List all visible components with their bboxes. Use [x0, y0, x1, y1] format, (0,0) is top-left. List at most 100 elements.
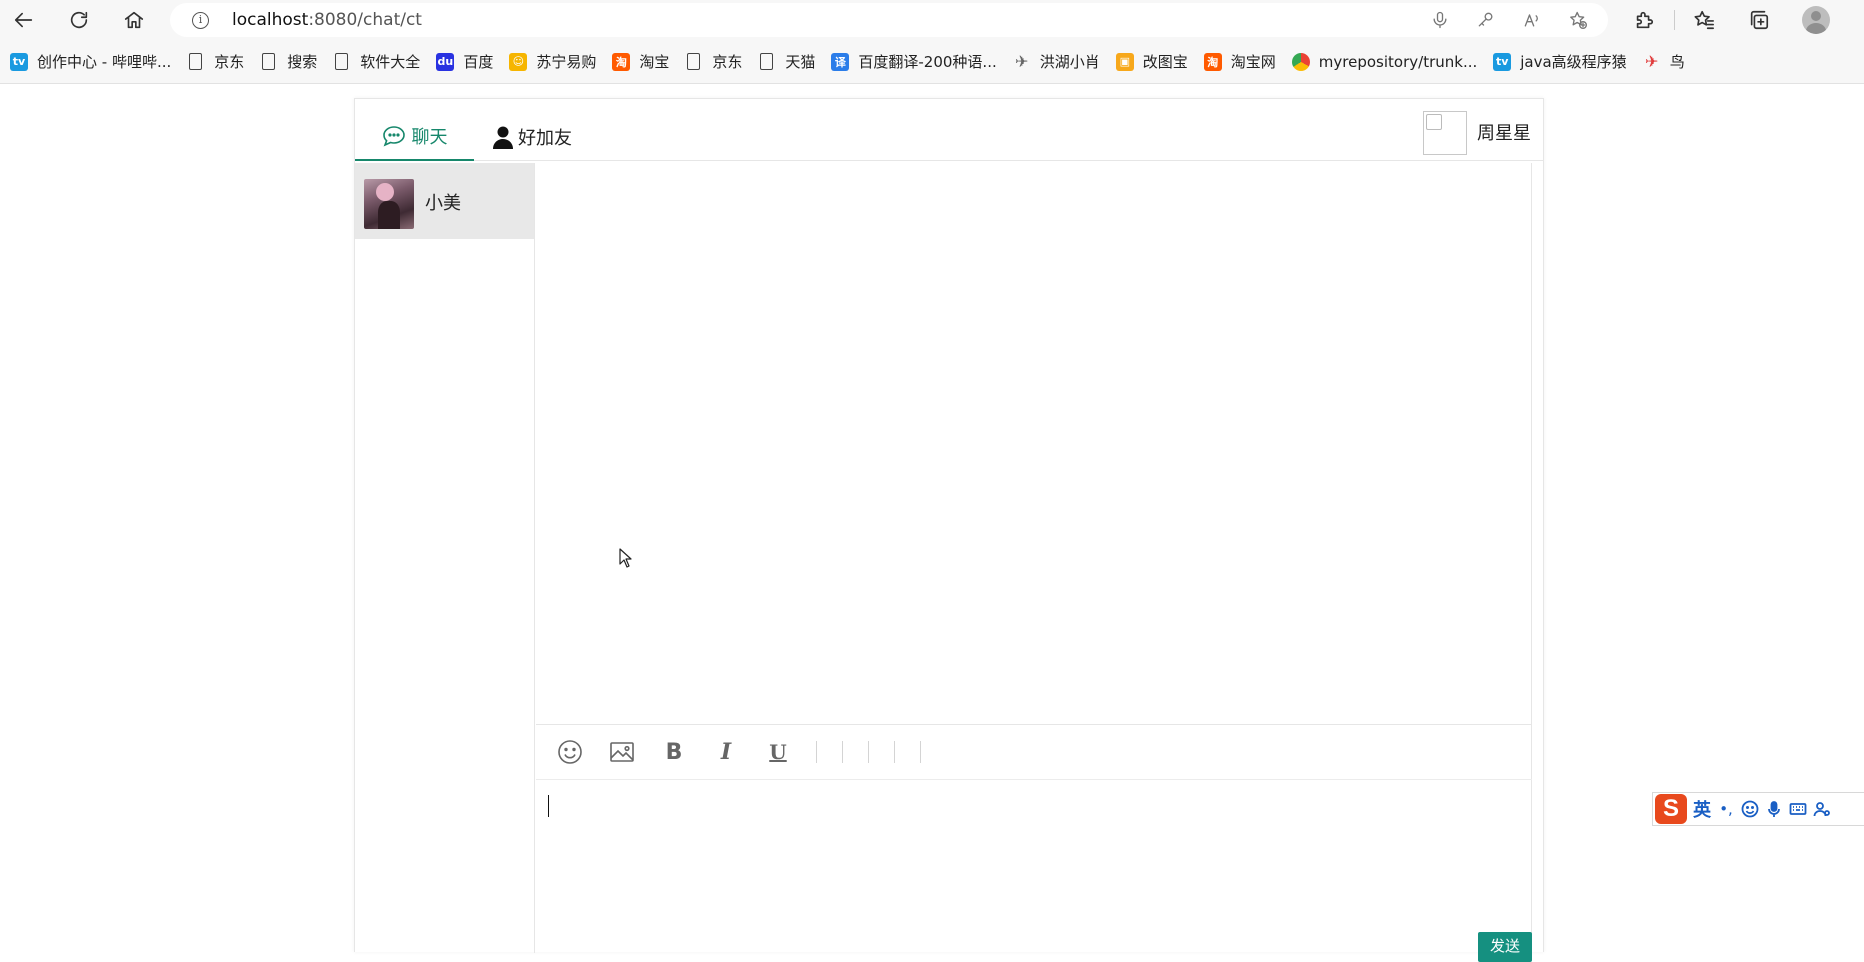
bookmark-label: 鸟 — [1669, 53, 1685, 71]
bookmark-label: 苏宁易购 — [536, 53, 597, 71]
site-info-icon[interactable]: i — [192, 12, 209, 29]
bookmark-label: 淘宝 — [639, 53, 670, 71]
text-caret — [548, 795, 549, 817]
toolbar-separator — [816, 741, 817, 763]
toolbar-separator — [920, 741, 921, 763]
bookmarks-bar: tv 创作中心 - 哔哩哔... 京东 搜索 软件大全 du 百度 ☺ 苏宁易购淘淘宝 京东 天猫译… — [0, 40, 1864, 84]
bookmark-item[interactable]: 天猫 — [754, 47, 827, 77]
puzzle-icon — [1636, 11, 1654, 29]
collections-button[interactable] — [1743, 4, 1775, 36]
tab-chat[interactable]: 聊天 — [355, 119, 474, 161]
bookmark-item[interactable]: 搜索 — [256, 47, 329, 77]
emoji-icon[interactable] — [1741, 800, 1759, 818]
chat-app: 聊天 好加友 周星星 小美 B I U — [354, 98, 1544, 953]
emoji-button[interactable] — [556, 738, 584, 766]
page-icon — [189, 53, 203, 70]
tab-friends[interactable]: 好加友 — [492, 119, 572, 161]
bookmark-item[interactable]: 京东 — [681, 47, 754, 77]
voice-input-icon[interactable] — [1765, 800, 1783, 818]
bookmark-label: 百度翻译-200种语... — [858, 53, 997, 71]
sogou-logo-icon[interactable]: S — [1655, 794, 1687, 824]
send-button[interactable]: 发送 — [1478, 932, 1532, 962]
back-button[interactable] — [8, 4, 40, 36]
italic-button[interactable]: I — [712, 738, 740, 766]
page-icon — [760, 53, 774, 70]
bookmark-item[interactable]: ✈ 鸟 — [1639, 47, 1697, 77]
image-button[interactable] — [608, 738, 636, 766]
bookmark-item[interactable]: myrepository/trunk... — [1288, 47, 1489, 77]
message-input[interactable] — [536, 781, 1532, 931]
editor-toolbar: B I U — [536, 725, 1532, 780]
bird-icon: ✈ — [1015, 52, 1029, 71]
favorites-icon — [1694, 10, 1714, 30]
punctuation-icon[interactable]: •, — [1717, 800, 1735, 818]
add-favorite-icon[interactable] — [1566, 9, 1590, 31]
toolbar-separator — [894, 741, 895, 763]
bookmark-label: 百度 — [463, 53, 494, 71]
underline-button[interactable]: U — [764, 738, 792, 766]
home-button[interactable] — [118, 4, 150, 36]
taobao-icon: 淘 — [612, 52, 631, 71]
bookmark-item[interactable]: 淘淘宝 — [608, 47, 681, 77]
baidu-translate-icon: 译 — [831, 52, 850, 71]
gaitubao-icon: ▣ — [1115, 52, 1134, 71]
user-name: 周星星 — [1477, 123, 1531, 144]
contact-avatar — [364, 179, 414, 229]
key-icon[interactable] — [1474, 9, 1498, 31]
arrow-left-icon — [14, 12, 33, 28]
keyboard-icon[interactable] — [1789, 800, 1807, 818]
page-icon — [687, 53, 701, 70]
chrome-icon — [1291, 52, 1310, 71]
bookmark-item[interactable]: ☺ 苏宁易购 — [505, 47, 608, 77]
bookmark-label: 京东 — [712, 53, 743, 71]
suning-icon: ☺ — [509, 52, 528, 71]
bold-button[interactable]: B — [660, 738, 688, 766]
message-list — [536, 163, 1532, 725]
mouse-pointer-icon — [619, 548, 632, 568]
extensions-button[interactable] — [1628, 4, 1660, 36]
bilibili-icon: tv — [10, 52, 28, 71]
contact-name: 小美 — [425, 193, 461, 214]
bookmark-item[interactable]: 译百度翻译-200种语... — [827, 47, 1008, 77]
chat-area: B I U — [536, 163, 1532, 953]
bookmark-label: 天猫 — [785, 53, 816, 71]
bilibili-icon: tv — [1493, 52, 1512, 71]
browser-toolbar: i localhost:8080/chat/ct — [0, 0, 1864, 40]
page-icon — [335, 53, 349, 70]
bookmark-item[interactable]: ▣ 改图宝 — [1112, 47, 1200, 77]
bookmark-label: 洪湖小肖 — [1039, 53, 1100, 71]
reload-button[interactable] — [63, 4, 95, 36]
bookmark-label: 改图宝 — [1142, 53, 1188, 71]
bookmark-item[interactable]: 淘淘宝网 — [1200, 47, 1288, 77]
bookmark-label: 软件大全 — [360, 53, 421, 71]
read-aloud-icon[interactable] — [1520, 9, 1544, 31]
address-bar[interactable]: i localhost:8080/chat/ct — [170, 3, 1608, 37]
toolbar-divider — [1674, 10, 1675, 30]
bookmark-item[interactable]: tv java高级程序猿 — [1489, 47, 1638, 77]
user-avatar[interactable] — [1423, 111, 1467, 155]
baidu-icon: du — [436, 52, 455, 71]
taobao-icon: 淘 — [1203, 52, 1222, 71]
bookmark-item[interactable]: 软件大全 — [329, 47, 432, 77]
bookmark-item[interactable]: tv 创作中心 - 哔哩哔... — [6, 47, 183, 77]
bookmark-item[interactable]: ✈ 洪湖小肖 — [1009, 47, 1112, 77]
collections-icon — [1750, 10, 1769, 30]
app-header: 聊天 好加友 周星星 — [355, 99, 1543, 161]
favorites-button[interactable] — [1688, 4, 1720, 36]
tab-chat-label: 聊天 — [411, 127, 448, 148]
profile-avatar[interactable] — [1802, 6, 1830, 34]
message-editor[interactable] — [536, 781, 1532, 931]
address-text[interactable]: localhost:8080/chat/ct — [232, 10, 422, 30]
bookmark-label: 京东 — [214, 53, 245, 71]
microphone-icon[interactable] — [1428, 9, 1452, 31]
home-icon — [124, 11, 144, 29]
contact-item[interactable]: 小美 — [355, 163, 534, 239]
user-settings-icon[interactable] — [1813, 800, 1831, 818]
bookmark-item[interactable]: 京东 — [183, 47, 256, 77]
contact-list: 小美 — [355, 163, 535, 953]
address-host: localhost — [232, 10, 309, 30]
ime-mode[interactable]: 英 — [1693, 796, 1711, 822]
bookmark-item[interactable]: du 百度 — [432, 47, 505, 77]
bookmark-label: 搜索 — [287, 53, 318, 71]
bookmark-label: myrepository/trunk... — [1318, 52, 1478, 71]
